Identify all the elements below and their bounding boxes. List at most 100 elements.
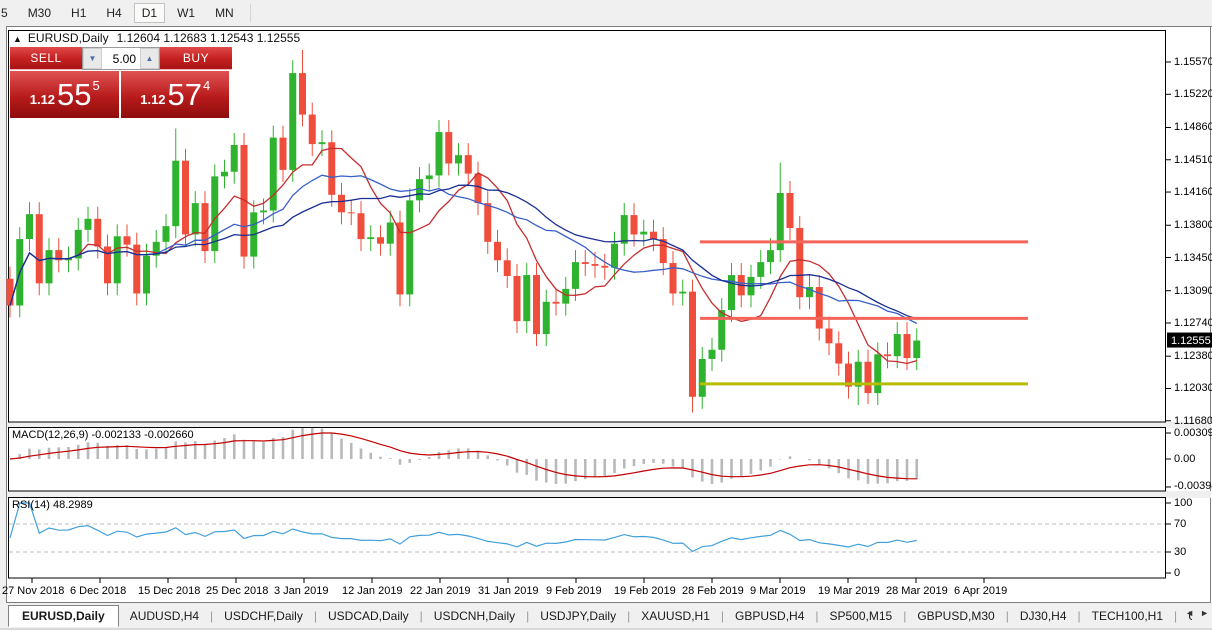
candle (377, 237, 384, 244)
chart-tab-strip: EURUSD,Daily AUDUSD,H4 | USDCHF,Daily | USDCA… (0, 603, 1192, 628)
macd-axis-label: -0.003947 (1174, 480, 1212, 492)
candle (913, 340, 921, 359)
candle (767, 250, 774, 263)
chart-title: EURUSD,Daily (27, 31, 109, 45)
price-axis-label: 1.12380 (1174, 350, 1212, 363)
candle (94, 218, 102, 247)
buy-button[interactable]: BUY (160, 47, 232, 70)
candle (211, 176, 219, 252)
price-axis-label: 1.15220 (1174, 88, 1212, 101)
sell-price-panel[interactable]: 1.12 55 5 (10, 71, 119, 118)
candle (640, 231, 648, 235)
sell-price-small: 1.12 (29, 92, 56, 107)
date-axis-label: 19 Feb 2019 (614, 585, 676, 597)
rsi-axis-label: 70 (1174, 518, 1187, 530)
candle (650, 231, 657, 240)
macd-axis-label: 0.00 (1174, 453, 1196, 465)
candle (533, 275, 540, 335)
chart-tab-sp500-m15[interactable]: SP500,M15 (819, 605, 904, 627)
price-axis-label: 1.14160 (1174, 186, 1212, 199)
macd-axis-label: 0.003095 (1174, 427, 1212, 439)
candle (445, 132, 453, 164)
price-axis-label: 1.11680 (1174, 414, 1212, 427)
candle (620, 215, 628, 244)
candle (611, 243, 618, 268)
panel-splitter[interactable] (7, 491, 1211, 498)
rsi-axis-label: 30 (1174, 546, 1187, 558)
sell-price-big: 55 (57, 76, 92, 112)
chart-tab-dj30-h4[interactable]: DJ30,H4 (1009, 605, 1078, 627)
candle (503, 260, 511, 276)
volume-increase-icon[interactable]: ▲ (140, 48, 159, 69)
date-axis-label: 12 Jan 2019 (342, 585, 403, 597)
collapse-arrow-icon[interactable]: ▲ (13, 34, 22, 44)
candle (718, 310, 726, 350)
tabbar-scroll-right-icon[interactable]: ► (1200, 608, 1209, 618)
chart-tab-bar: EURUSD,Daily AUDUSD,H4 | USDCHF,Daily | USDCA… (0, 603, 1212, 628)
one-click-trade-widget: SELL ▼ ▲ BUY 1.12 55 5 1.12 57 4 (10, 47, 232, 118)
candle (328, 142, 336, 195)
candle (835, 343, 843, 364)
sell-button[interactable]: SELL (10, 47, 82, 70)
chart-tab-usdchf-daily[interactable]: USDCHF,Daily (213, 605, 314, 627)
chart-tab-gbpusd-m30[interactable]: GBPUSD,M30 (906, 605, 1005, 627)
buy-price-panel[interactable]: 1.12 57 4 (120, 71, 229, 118)
price-axis-label: 1.13090 (1174, 284, 1212, 297)
candle (474, 173, 482, 204)
candle (191, 203, 199, 235)
volume-spinner: ▼ ▲ (82, 47, 160, 70)
candle (874, 354, 882, 394)
sell-price-sup: 5 (92, 78, 100, 93)
candle (279, 137, 287, 170)
candle (26, 214, 33, 240)
tab-scroll-arrows: ◄ ► (1185, 608, 1209, 618)
candle (182, 160, 189, 235)
chart-tab-eurusd-daily[interactable]: EURUSD,Daily (8, 604, 119, 627)
date-axis-label: 6 Dec 2018 (70, 585, 127, 597)
candle (318, 142, 326, 145)
chart-tab-xauusd-h1[interactable]: XAUUSD,H1 (630, 605, 721, 627)
date-axis-label: 22 Jan 2019 (410, 585, 471, 597)
chart-tab-gbpusd-h4[interactable]: GBPUSD,H4 (724, 605, 815, 627)
candle (143, 255, 150, 294)
date-axis-label: 27 Nov 2018 (2, 585, 65, 597)
current-price-text: 1.12555 (1171, 335, 1211, 347)
chart-tab-usdjpy-daily[interactable]: USDJPY,Daily (529, 605, 627, 627)
date-axis-label: 28 Feb 2019 (682, 585, 744, 597)
tabbar-scroll-left-icon[interactable]: ◄ (1185, 608, 1194, 618)
chart-tab-usdcnh-daily[interactable]: USDCNH,Daily (423, 605, 526, 627)
candle (893, 334, 901, 357)
rsi-value: 48.2989 (52, 499, 93, 511)
price-axis-label: 1.14510 (1174, 153, 1212, 166)
candle (113, 236, 121, 284)
volume-input[interactable] (102, 48, 140, 69)
candle (260, 210, 267, 213)
date-axis-label: 19 Mar 2019 (818, 585, 880, 597)
candle (406, 200, 414, 295)
date-axis-label: 25 Dec 2018 (206, 585, 269, 597)
chart-tab-tech100-h1[interactable]: TECH100,H1 (1081, 605, 1174, 627)
candle (162, 226, 170, 242)
rsi-axis-label: 0 (1174, 567, 1181, 579)
date-axis-label: 28 Mar 2019 (886, 585, 948, 597)
date-axis-label: 9 Mar 2019 (750, 585, 806, 597)
candle (903, 334, 911, 359)
candle (562, 288, 570, 304)
candle (221, 171, 228, 177)
volume-decrease-icon[interactable]: ▼ (83, 48, 102, 69)
price-axis-label: 1.12740 (1174, 316, 1212, 329)
chart-tab-usdcad-daily[interactable]: USDCAD,Daily (317, 605, 420, 627)
candle (172, 160, 180, 227)
chart-tab-audusd-h4[interactable]: AUDUSD,H4 (119, 605, 210, 627)
candle (698, 358, 706, 397)
candle (484, 203, 492, 242)
candle (601, 265, 609, 268)
date-axis-label: 3 Jan 2019 (274, 585, 329, 597)
candle (45, 250, 53, 284)
application-window: 5 M30 H1 H4 D1 W1 MN 1.12555 ▲ EURUSD,Daily 1.12… (0, 0, 1212, 630)
buy-price-small: 1.12 (140, 92, 166, 107)
rsi-plot-area[interactable] (8, 497, 1166, 579)
rsi-axis-label: 100 (1174, 497, 1193, 509)
price-axis-label: 1.13450 (1174, 251, 1212, 264)
candle (523, 275, 531, 322)
